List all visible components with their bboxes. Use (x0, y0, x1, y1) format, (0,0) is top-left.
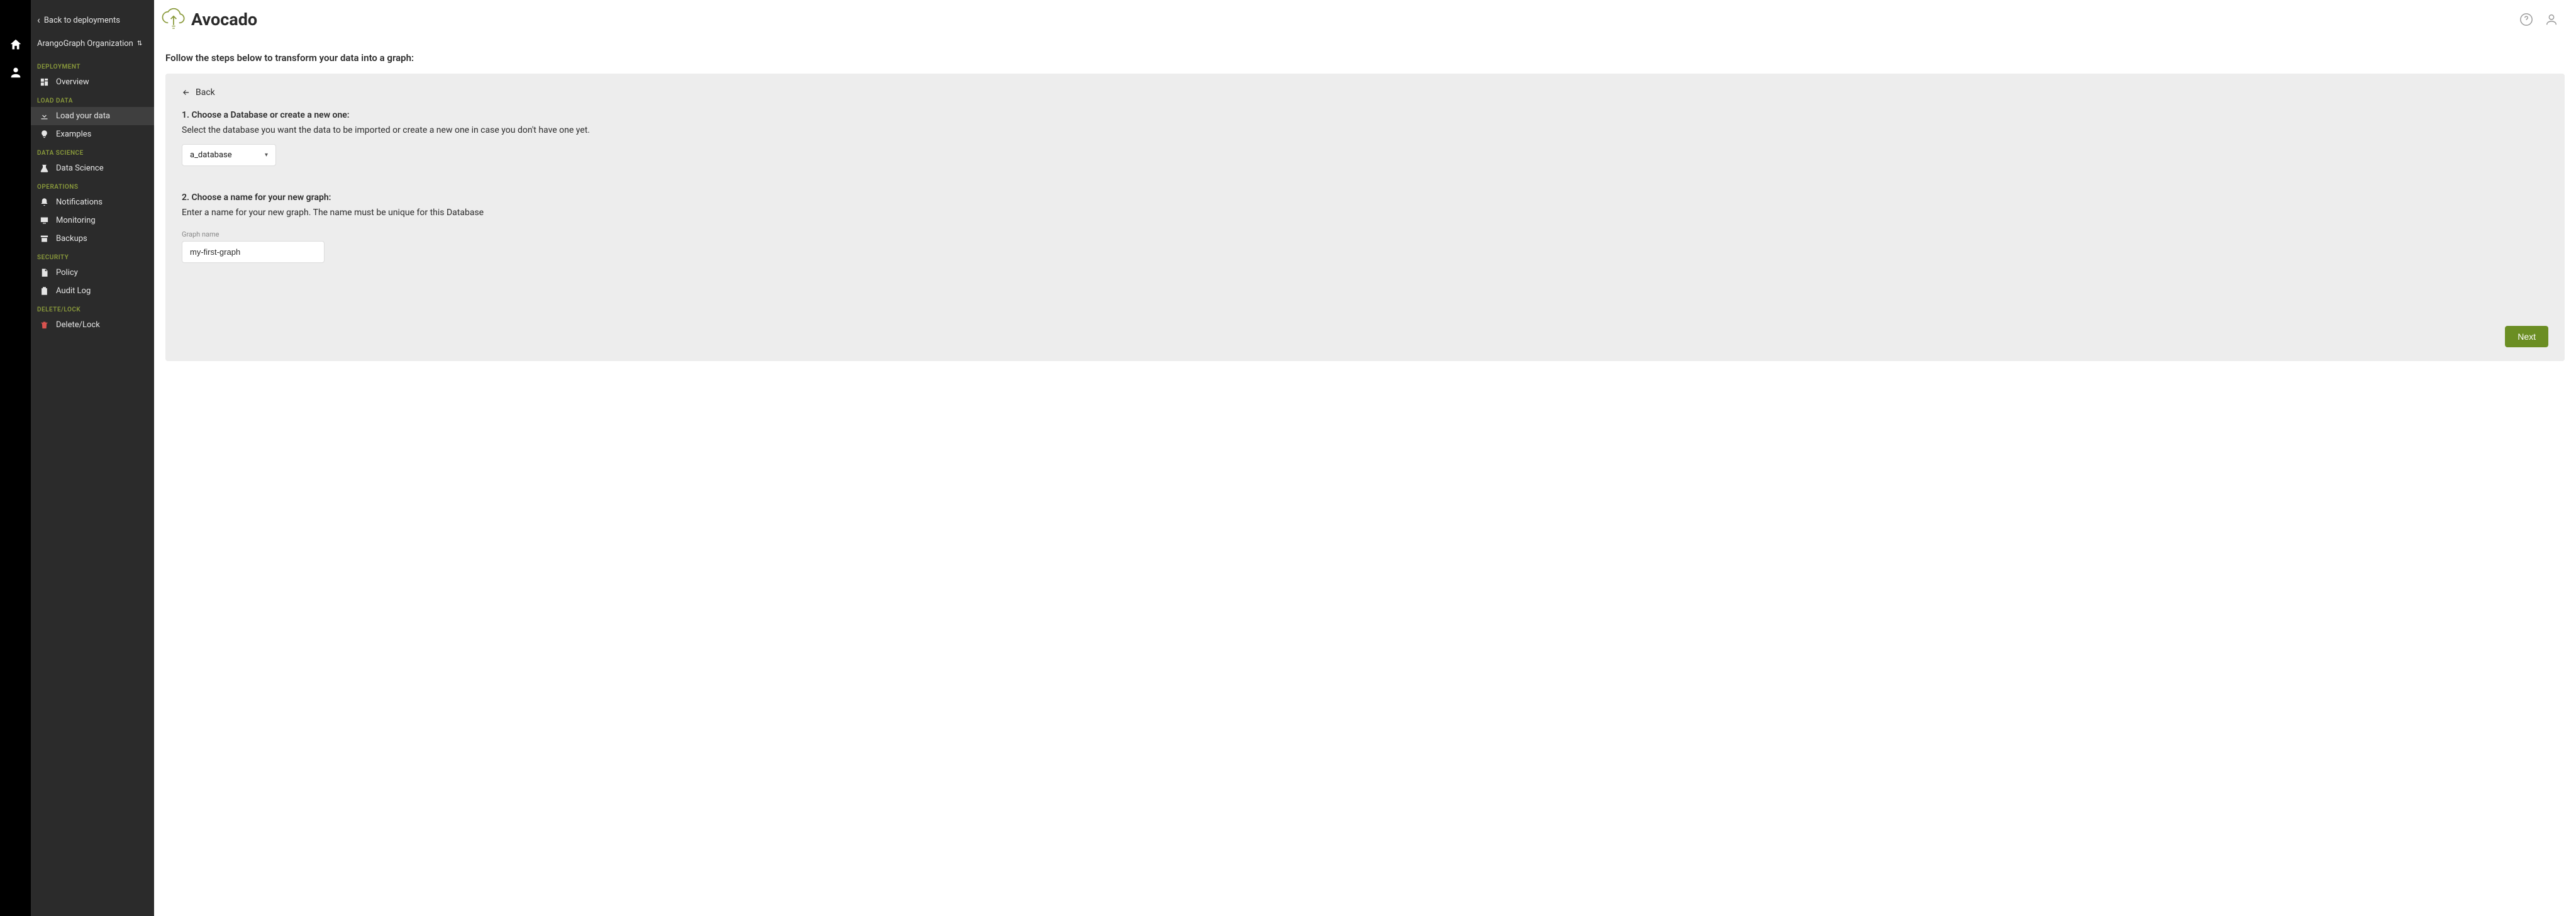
sidebar-item-examples[interactable]: Examples (31, 125, 154, 143)
sidebar-item-load-your-data[interactable]: Load your data (31, 107, 154, 125)
home-icon[interactable] (9, 38, 23, 52)
panel-back-button[interactable]: Back (182, 87, 2548, 98)
panel-footer: Next (182, 326, 2548, 347)
org-selector[interactable]: ArangoGraph Organization ⇅ (31, 31, 154, 57)
topbar: Avocado (154, 0, 2576, 33)
sidebar-item-label: Audit Log (56, 286, 91, 296)
section-header-operations: OPERATIONS (31, 177, 154, 193)
database-select-value: a_database (190, 150, 232, 160)
section-header-security: SECURITY (31, 248, 154, 264)
cloud-upload-icon (159, 5, 187, 33)
step-2: 2. Choose a name for your new graph: Ent… (182, 193, 2548, 263)
sidebar-item-backups[interactable]: Backups (31, 230, 154, 248)
sidebar-item-label: Policy (56, 268, 78, 277)
sidebar-item-label: Backups (56, 234, 87, 243)
flask-icon (40, 164, 49, 173)
monitor-icon (40, 216, 49, 225)
sidebar-item-monitoring[interactable]: Monitoring (31, 211, 154, 230)
sidebar-item-label: Data Science (56, 164, 104, 173)
archive-icon (40, 234, 49, 243)
sidebar: ‹ Back to deployments ArangoGraph Organi… (31, 0, 154, 916)
lightbulb-icon (40, 130, 49, 139)
top-actions (2519, 13, 2558, 26)
download-icon (40, 111, 49, 121)
step-1-title: 1. Choose a Database or create a new one… (182, 110, 2548, 120)
chevron-left-icon: ‹ (37, 15, 40, 25)
sidebar-item-notifications[interactable]: Notifications (31, 193, 154, 211)
graph-name-input[interactable] (182, 241, 325, 263)
back-link-label: Back to deployments (44, 16, 120, 25)
sidebar-item-policy[interactable]: Policy (31, 264, 154, 282)
graph-name-label: Graph name (182, 230, 2548, 238)
dashboard-icon (40, 77, 49, 87)
section-header-load-data: LOAD DATA (31, 91, 154, 107)
instruction-text: Follow the steps below to transform your… (165, 52, 2565, 64)
sidebar-item-audit-log[interactable]: Audit Log (31, 282, 154, 300)
section-header-delete-lock: DELETE/LOCK (31, 300, 154, 316)
section-header-deployment: DEPLOYMENT (31, 57, 154, 73)
next-button[interactable]: Next (2505, 326, 2548, 347)
sidebar-item-overview[interactable]: Overview (31, 73, 154, 91)
sidebar-item-label: Notifications (56, 198, 103, 207)
step-1: 1. Choose a Database or create a new one… (182, 110, 2548, 166)
sidebar-item-label: Examples (56, 130, 91, 139)
page-title: Avocado (191, 9, 257, 30)
users-icon[interactable] (9, 65, 23, 79)
org-label: ArangoGraph Organization (37, 39, 133, 48)
sidebar-item-label: Load your data (56, 111, 110, 121)
sidebar-item-label: Overview (56, 77, 89, 87)
user-icon[interactable] (2545, 13, 2558, 26)
step-2-title: 2. Choose a name for your new graph: (182, 193, 2548, 203)
help-icon[interactable] (2519, 13, 2533, 26)
panel-back-label: Back (196, 87, 215, 98)
wizard-panel: Back 1. Choose a Database or create a ne… (165, 74, 2565, 361)
caret-down-icon: ▾ (265, 152, 268, 159)
sort-icon: ⇅ (137, 40, 142, 47)
step-1-desc: Select the database you want the data to… (182, 125, 2548, 135)
back-to-deployments-link[interactable]: ‹ Back to deployments (31, 11, 154, 31)
bell-icon (40, 198, 49, 207)
clipboard-icon (40, 286, 49, 296)
content: Follow the steps below to transform your… (154, 33, 2576, 372)
sidebar-item-delete-lock[interactable]: Delete/Lock (31, 316, 154, 334)
trash-icon (40, 320, 49, 330)
sidebar-item-data-science[interactable]: Data Science (31, 159, 154, 177)
document-icon (40, 268, 49, 277)
title-wrap: Avocado (159, 5, 257, 33)
sidebar-item-label: Monitoring (56, 216, 96, 225)
section-header-data-science: DATA SCIENCE (31, 143, 154, 159)
arrow-left-icon (182, 88, 191, 97)
icon-rail (0, 0, 31, 916)
main-area: Avocado Follow the steps below to transf… (154, 0, 2576, 916)
database-select[interactable]: a_database ▾ (182, 144, 276, 166)
sidebar-item-label: Delete/Lock (56, 320, 100, 330)
step-2-desc: Enter a name for your new graph. The nam… (182, 208, 2548, 218)
